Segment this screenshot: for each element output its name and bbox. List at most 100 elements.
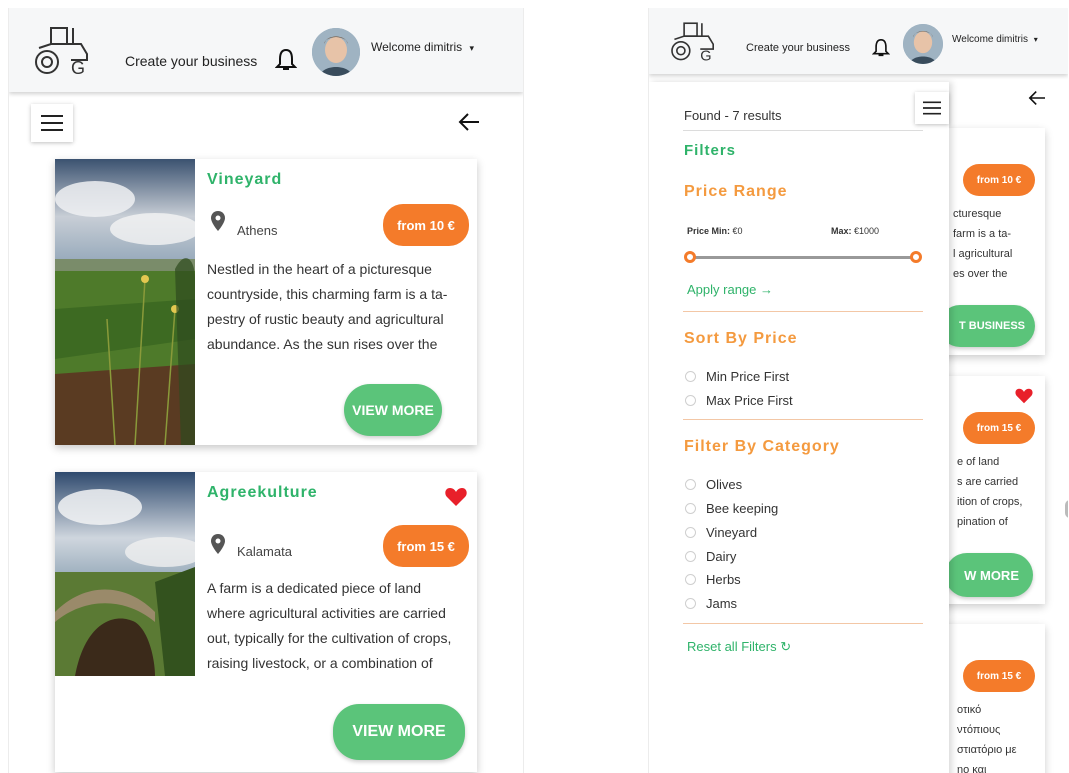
category-option-jams[interactable]: Jams bbox=[685, 596, 737, 611]
radio-button[interactable] bbox=[685, 527, 696, 538]
listing-description: Nestled in the heart of a picturesque co… bbox=[207, 257, 469, 357]
category-label: Herbs bbox=[706, 572, 741, 587]
mobile-screen-listings: G Create your business Welcome dimitris … bbox=[8, 8, 524, 773]
listing-photo bbox=[55, 472, 195, 676]
price-slider-track[interactable] bbox=[691, 256, 917, 259]
create-business-link[interactable]: Create your business bbox=[746, 42, 850, 54]
top-navbar: G Create your business Welcome dimitris … bbox=[9, 8, 523, 92]
arrow-left-icon[interactable] bbox=[457, 112, 481, 132]
hamburger-menu-icon bbox=[41, 115, 63, 131]
category-label: Bee keeping bbox=[706, 501, 779, 516]
radio-button[interactable] bbox=[685, 479, 696, 490]
sort-option-max-price[interactable]: Max Price First bbox=[685, 393, 793, 408]
apply-range-link[interactable]: Apply range → bbox=[687, 282, 773, 297]
description-line: οτικό bbox=[957, 704, 982, 716]
mobile-screen-filters-open: G Create your business Welcome dimitris … bbox=[648, 8, 1068, 773]
bell-icon[interactable] bbox=[275, 48, 297, 72]
price-range-heading: Price Range bbox=[684, 183, 788, 200]
listing-location: Athens bbox=[237, 223, 278, 238]
heart-icon[interactable] bbox=[1015, 388, 1033, 404]
description-line: ηο και bbox=[957, 764, 987, 773]
category-label: Vineyard bbox=[706, 525, 758, 540]
sort-option-min-price[interactable]: Min Price First bbox=[685, 369, 789, 384]
reset-filters-link[interactable]: Reset all Filters ↻ bbox=[687, 639, 791, 655]
map-pin-icon bbox=[211, 534, 225, 554]
listing-card: Agreekulture Kalamata from 15 € A farm i… bbox=[55, 472, 477, 772]
radio-button[interactable] bbox=[685, 551, 696, 562]
description-line: A farm is a dedicated piece of land bbox=[207, 580, 422, 596]
listing-title[interactable]: Agreekulture bbox=[207, 484, 318, 502]
price-min-value: €0 bbox=[732, 226, 743, 236]
category-label: Jams bbox=[706, 596, 738, 611]
description-line: raising livestock, or a combination of bbox=[207, 655, 433, 671]
price-max-label: Max: €1000 bbox=[831, 226, 879, 236]
description-line: Nestled in the heart of a picturesque bbox=[207, 261, 432, 277]
price-max-handle[interactable] bbox=[910, 251, 922, 263]
view-more-button[interactable]: VIEW MORE bbox=[333, 704, 465, 760]
svg-text:G: G bbox=[71, 58, 85, 76]
view-more-button[interactable]: VIEW MORE bbox=[344, 384, 442, 436]
category-option-bee-keeping[interactable]: Bee keeping bbox=[685, 501, 778, 516]
arrow-left-icon[interactable] bbox=[1027, 90, 1047, 106]
filters-heading: Filters bbox=[684, 142, 737, 159]
category-option-dairy[interactable]: Dairy bbox=[685, 549, 736, 564]
hamburger-menu-button[interactable] bbox=[31, 104, 73, 142]
listing-title[interactable]: Vineyard bbox=[207, 171, 282, 189]
view-more-button[interactable]: W MORE bbox=[945, 553, 1033, 597]
tractor-logo-icon[interactable]: G bbox=[31, 24, 93, 76]
filters-panel: Found - 7 results Filters Price Range Pr… bbox=[649, 82, 949, 773]
category-option-vineyard[interactable]: Vineyard bbox=[685, 525, 757, 540]
divider bbox=[683, 623, 923, 624]
description-line: cturesque bbox=[953, 208, 1002, 220]
price-min-handle[interactable] bbox=[684, 251, 696, 263]
price-max-caption: Max: bbox=[831, 226, 852, 236]
scroll-handle[interactable] bbox=[1065, 500, 1068, 518]
price-badge: from 10 € bbox=[383, 204, 469, 246]
category-option-olives[interactable]: Olives bbox=[685, 477, 742, 492]
hamburger-menu-button[interactable] bbox=[915, 92, 949, 124]
radio-button[interactable] bbox=[685, 395, 696, 406]
listing-description: A farm is a dedicated piece of land wher… bbox=[207, 576, 475, 676]
welcome-user-menu[interactable]: Welcome dimitris ▾ bbox=[952, 34, 1038, 45]
price-badge: from 10 € bbox=[963, 164, 1035, 196]
chevron-down-icon: ▾ bbox=[469, 43, 474, 53]
category-option-herbs[interactable]: Herbs bbox=[685, 572, 741, 587]
tractor-logo-icon[interactable]: G bbox=[667, 20, 719, 62]
description-line: ition of crops, bbox=[957, 496, 1023, 508]
radio-button[interactable] bbox=[685, 598, 696, 609]
sort-by-price-heading: Sort By Price bbox=[684, 330, 798, 347]
description-line: countryside, this charming farm is a ta- bbox=[207, 286, 448, 302]
results-count: Found - 7 results bbox=[684, 108, 782, 123]
divider bbox=[683, 311, 923, 312]
description-line: es over the bbox=[953, 268, 1008, 280]
heart-icon[interactable] bbox=[445, 487, 467, 507]
description-line: farm is a ta- bbox=[953, 228, 1012, 240]
sort-option-label: Min Price First bbox=[706, 369, 790, 384]
user-avatar[interactable] bbox=[903, 24, 943, 64]
create-business-link[interactable]: Create your business bbox=[125, 53, 257, 69]
radio-button[interactable] bbox=[685, 574, 696, 585]
create-business-button[interactable]: T BUSINESS bbox=[939, 305, 1035, 347]
divider bbox=[683, 130, 923, 131]
radio-button[interactable] bbox=[685, 371, 696, 382]
price-badge: from 15 € bbox=[963, 660, 1035, 692]
welcome-label: Welcome dimitris bbox=[371, 40, 463, 54]
sort-option-label: Max Price First bbox=[706, 393, 793, 408]
welcome-user-menu[interactable]: Welcome dimitris ▾ bbox=[371, 40, 474, 54]
user-avatar[interactable] bbox=[312, 28, 360, 76]
welcome-label: Welcome dimitris bbox=[952, 34, 1028, 45]
price-max-value: €1000 bbox=[854, 226, 880, 236]
description-line: e of land bbox=[957, 456, 1000, 468]
listing-card: Vineyard Athens from 10 € Nestled in the… bbox=[55, 159, 477, 445]
listing-photo bbox=[55, 159, 195, 445]
price-badge: from 15 € bbox=[383, 525, 469, 567]
listing-description: cturesque farm is a ta- l agricultural e… bbox=[953, 204, 1012, 284]
description-line: s are carried bbox=[957, 476, 1019, 488]
listing-location: Kalamata bbox=[237, 544, 292, 559]
radio-button[interactable] bbox=[685, 503, 696, 514]
listing-description: e of land s are carried ition of crops, … bbox=[957, 452, 1022, 532]
description-line: where agricultural activities are carrie… bbox=[207, 605, 446, 621]
bell-icon[interactable] bbox=[872, 38, 890, 58]
description-line: abundance. As the sun rises over the bbox=[207, 336, 438, 352]
chevron-down-icon: ▾ bbox=[1033, 35, 1038, 44]
